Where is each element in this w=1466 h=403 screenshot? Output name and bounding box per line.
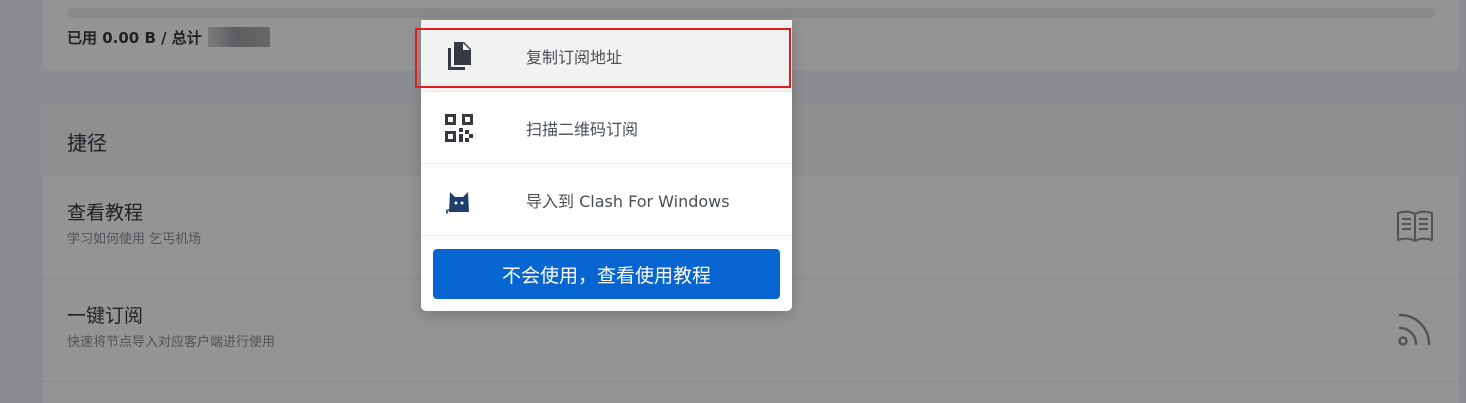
menu-item-import-clash[interactable]: 导入到 Clash For Windows [421,164,792,236]
menu-item-scan-qrcode[interactable]: 扫描二维码订阅 [421,92,792,164]
menu-item-label: 扫描二维码订阅 [526,119,639,139]
menu-item-label: 复制订阅地址 [526,47,623,67]
copy-icon [443,40,475,72]
qrcode-icon [443,112,475,144]
menu-item-copy-subscription[interactable]: 复制订阅地址 [421,20,792,92]
view-tutorial-button[interactable]: 不会使用，查看使用教程 [433,249,780,299]
subscribe-menu: 复制订阅地址 扫描二维码订阅 导入到 Clash For Windows 不会使… [421,20,792,311]
clash-cat-icon [443,184,475,216]
menu-item-label: 导入到 Clash For Windows [526,191,730,211]
